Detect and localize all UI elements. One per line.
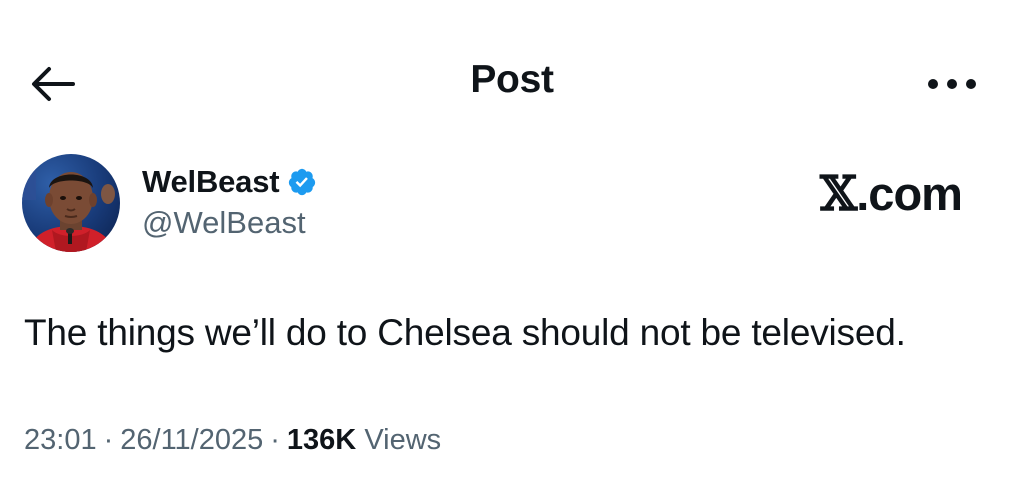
page-title: Post (470, 58, 554, 101)
x-logo-icon: 𝕏 (820, 166, 857, 222)
watermark-suffix: .com (856, 167, 963, 220)
profile-photo (22, 154, 120, 252)
views-count[interactable]: 136K (287, 424, 356, 457)
post-text: The things we’ll do to Chelsea should no… (24, 312, 906, 353)
avatar[interactable] (22, 154, 120, 252)
post-detail-page: Post WelBeast @WelBeast 𝕏 .com The thing… (0, 0, 1024, 482)
author-display-name[interactable]: WelBeast (142, 164, 280, 200)
views-spacer (356, 424, 364, 457)
more-options-button[interactable] (922, 66, 982, 102)
post-meta: 23:01 · 26/11/2025 · 136K Views (24, 424, 441, 457)
views-label[interactable]: Views (364, 424, 441, 457)
post-date[interactable]: 26/11/2025 (120, 424, 263, 457)
verified-badge-icon[interactable] (287, 167, 317, 197)
post-time[interactable]: 23:01 (24, 424, 97, 457)
meta-separator: · (103, 424, 114, 456)
meta-separator: · (270, 424, 280, 456)
author-handle[interactable]: @WelBeast (142, 205, 306, 241)
more-horizontal-icon (928, 79, 976, 89)
x-com-watermark: 𝕏 .com (820, 166, 963, 222)
author-name-row: WelBeast (142, 164, 317, 200)
